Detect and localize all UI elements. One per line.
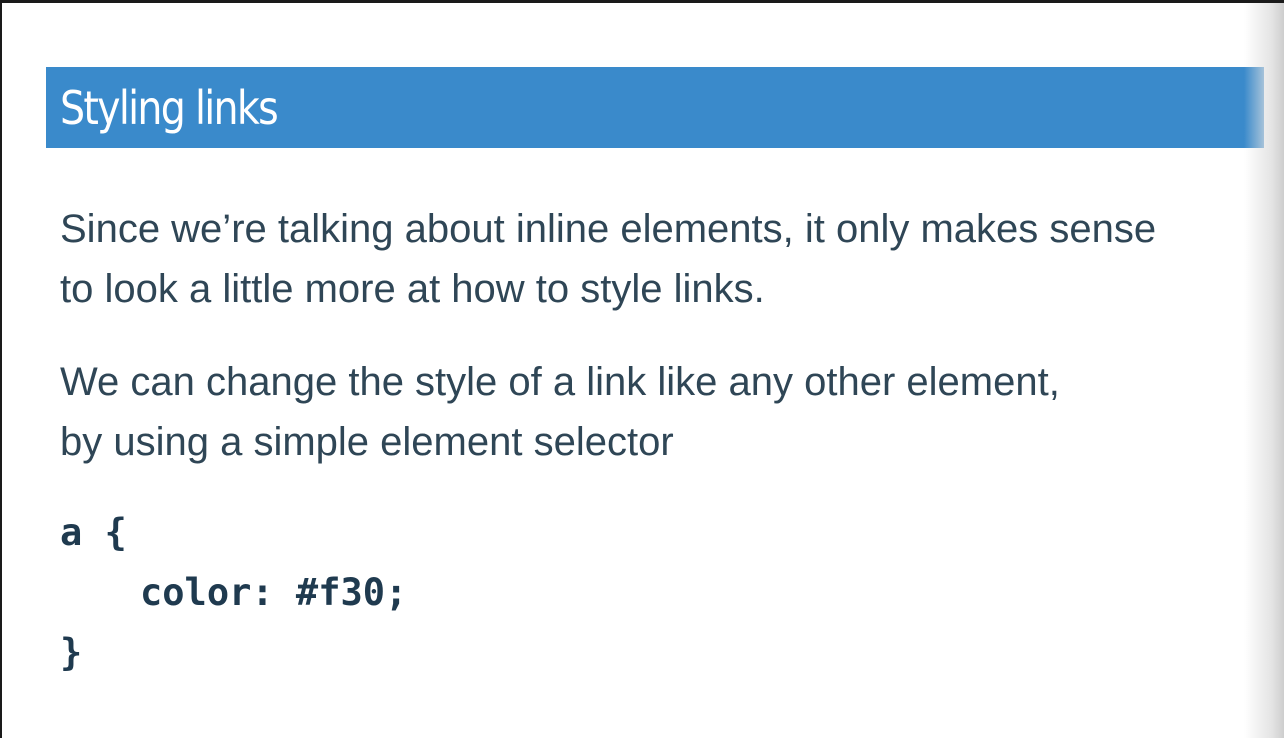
paragraph-line: Since we’re talking about inline element… [60, 207, 1157, 251]
code-line: color: #f30; [140, 571, 408, 614]
paragraph-intro: Since we’re talking about inline element… [60, 199, 1156, 319]
code-block: a { color: #f30;} [60, 503, 407, 683]
code-line: a { [60, 511, 127, 554]
slide: Styling links Since we’re talking about … [2, 3, 1284, 738]
title-bar: Styling links [46, 67, 1264, 148]
paragraph-selector: We can change the style of a link like a… [60, 352, 1060, 472]
paragraph-line: We can change the style of a link like a… [60, 360, 1060, 404]
code-line: } [60, 631, 83, 674]
slide-title: Styling links [60, 80, 279, 135]
slide-edge-shadow [1244, 3, 1284, 738]
paragraph-line: to look a little more at how to style li… [60, 267, 765, 311]
paragraph-line: by using a simple element selector [60, 420, 674, 464]
